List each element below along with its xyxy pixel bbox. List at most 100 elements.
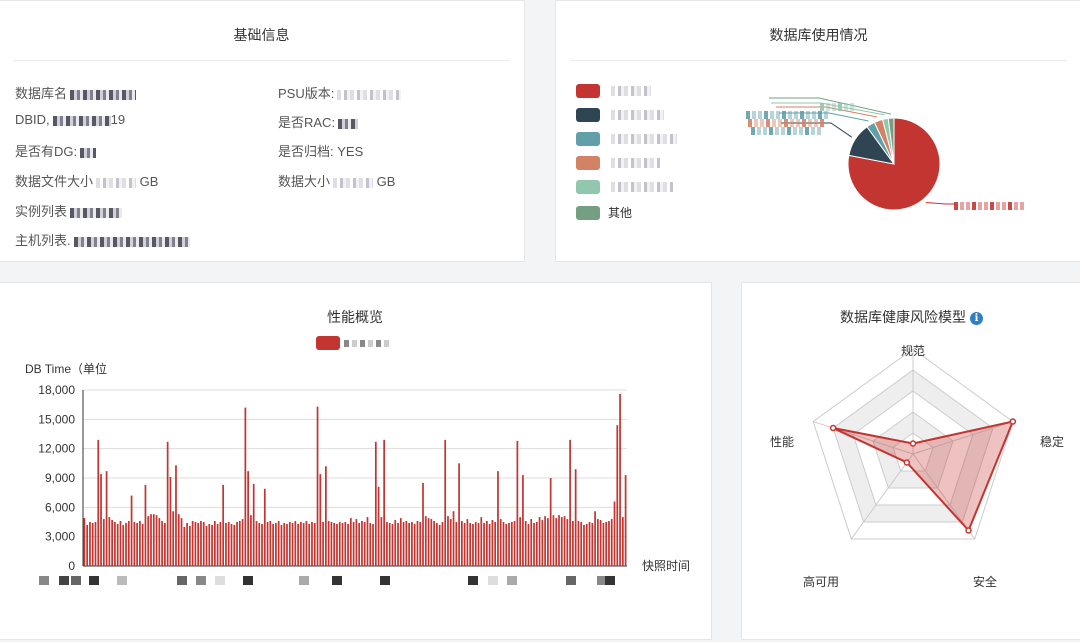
pie-legend-item[interactable]	[576, 108, 664, 122]
bar[interactable]	[466, 519, 469, 566]
radar-point[interactable]	[829, 424, 837, 432]
bar[interactable]	[483, 522, 485, 566]
bar[interactable]	[89, 522, 91, 566]
bar[interactable]	[208, 523, 211, 566]
bar[interactable]	[266, 522, 269, 566]
bar[interactable]	[139, 521, 141, 566]
bar[interactable]	[247, 471, 249, 566]
bar[interactable]	[621, 517, 624, 566]
bar[interactable]	[397, 522, 399, 566]
bar[interactable]	[544, 516, 546, 566]
bar[interactable]	[513, 521, 516, 566]
bar[interactable]	[180, 518, 183, 566]
bar[interactable]	[530, 519, 533, 566]
bar[interactable]	[502, 522, 505, 566]
bar[interactable]	[491, 520, 494, 566]
bar[interactable]	[202, 522, 205, 566]
bar[interactable]	[497, 471, 499, 566]
bar[interactable]	[366, 517, 369, 566]
bar[interactable]	[597, 519, 599, 566]
bar[interactable]	[344, 522, 347, 566]
bar[interactable]	[277, 521, 280, 566]
bar[interactable]	[469, 522, 472, 566]
bar[interactable]	[333, 522, 336, 566]
bar[interactable]	[555, 518, 558, 566]
bar[interactable]	[189, 525, 191, 566]
bar[interactable]	[191, 521, 194, 566]
bar[interactable]	[574, 469, 577, 566]
bar[interactable]	[422, 482, 424, 566]
bar[interactable]	[508, 522, 510, 566]
bar[interactable]	[569, 439, 571, 566]
bar[interactable]	[352, 522, 355, 566]
bar[interactable]	[100, 474, 102, 566]
bar[interactable]	[577, 521, 580, 566]
bar[interactable]	[258, 522, 261, 566]
bar[interactable]	[272, 523, 274, 566]
bar[interactable]	[172, 511, 175, 566]
bar[interactable]	[86, 524, 89, 566]
pie-legend-item[interactable]	[576, 156, 660, 170]
bar[interactable]	[510, 522, 513, 566]
bar[interactable]	[164, 522, 166, 566]
bar[interactable]	[244, 407, 247, 566]
bar[interactable]	[313, 522, 316, 566]
bar[interactable]	[599, 520, 602, 566]
bar[interactable]	[283, 522, 286, 566]
bar[interactable]	[336, 523, 338, 566]
bar[interactable]	[588, 522, 591, 566]
bar[interactable]	[377, 486, 380, 566]
bar[interactable]	[438, 524, 441, 566]
bar[interactable]	[405, 521, 408, 566]
bar[interactable]	[358, 522, 361, 566]
bar[interactable]	[102, 519, 105, 566]
bar[interactable]	[558, 515, 560, 566]
bar[interactable]	[233, 524, 236, 566]
bar[interactable]	[610, 519, 613, 566]
bar[interactable]	[130, 495, 133, 566]
bar[interactable]	[552, 515, 555, 566]
radar-point[interactable]	[909, 440, 917, 447]
bar[interactable]	[391, 523, 394, 566]
bar[interactable]	[480, 517, 483, 566]
bar[interactable]	[441, 522, 444, 566]
bar[interactable]	[261, 523, 263, 566]
bar[interactable]	[458, 463, 460, 566]
bar[interactable]	[535, 522, 538, 566]
bar[interactable]	[447, 516, 449, 566]
bar[interactable]	[485, 521, 488, 566]
bar[interactable]	[413, 523, 416, 566]
bar[interactable]	[144, 484, 147, 566]
bar[interactable]	[449, 519, 452, 566]
bar[interactable]	[213, 521, 216, 566]
bar[interactable]	[608, 521, 610, 566]
bar[interactable]	[186, 522, 188, 566]
bar[interactable]	[452, 511, 455, 566]
bar[interactable]	[619, 393, 621, 566]
bar[interactable]	[436, 522, 438, 566]
bar[interactable]	[275, 522, 277, 566]
radar-point[interactable]	[1009, 418, 1017, 425]
bar[interactable]	[169, 477, 172, 566]
bar[interactable]	[155, 515, 158, 566]
bar[interactable]	[580, 522, 583, 566]
bar[interactable]	[227, 522, 230, 566]
bar[interactable]	[330, 522, 333, 566]
bar[interactable]	[325, 466, 327, 566]
bar[interactable]	[94, 522, 97, 566]
bar[interactable]	[572, 521, 574, 566]
bar[interactable]	[175, 465, 177, 566]
pie-legend-item[interactable]	[576, 84, 651, 98]
bar[interactable]	[219, 522, 222, 566]
bar[interactable]	[222, 484, 225, 566]
bar[interactable]	[294, 521, 297, 566]
bar-legend-swatch[interactable]	[316, 336, 340, 350]
bar[interactable]	[616, 425, 619, 566]
bar[interactable]	[430, 519, 433, 566]
bar[interactable]	[488, 523, 491, 566]
bar[interactable]	[499, 519, 502, 566]
bar[interactable]	[605, 522, 608, 566]
bar[interactable]	[136, 522, 138, 566]
bar[interactable]	[341, 522, 344, 566]
bar[interactable]	[372, 523, 374, 566]
